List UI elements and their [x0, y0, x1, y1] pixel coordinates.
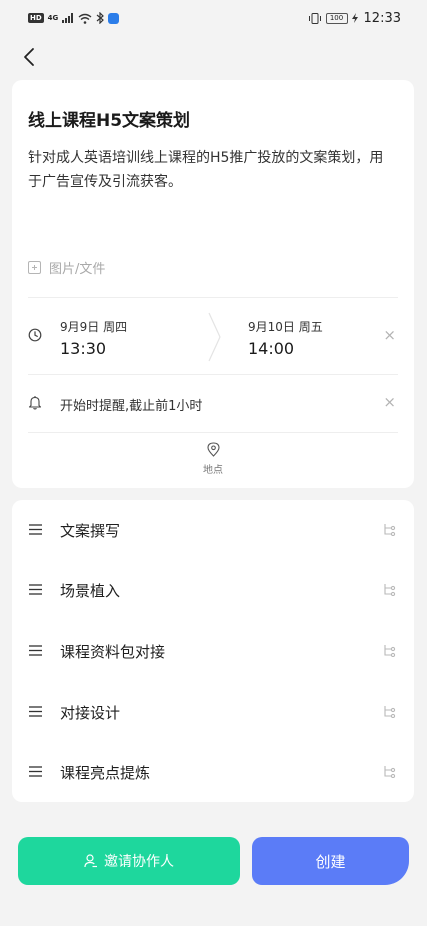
user-icon [84, 854, 97, 868]
task-description[interactable]: 针对成人英语培训线上课程的H5推广投放的文案策划，用于广告宣传及引流获客。 [28, 146, 388, 194]
menu-lines-icon [29, 645, 42, 656]
network-type: 4G [47, 14, 59, 22]
status-time: 12:33 [363, 10, 401, 26]
attach-file-button[interactable]: 图片/文件 [28, 258, 105, 277]
subtask-branch-icon[interactable] [383, 644, 396, 657]
chevron-right-divider-icon [208, 312, 221, 362]
end-time: 14:00 [248, 339, 295, 358]
time-range-row: 9月9日 周四 13:30 9月10日 周五 14:00 × [12, 298, 414, 374]
end-time-picker[interactable]: 9月10日 周五 14:00 [248, 318, 323, 358]
task-detail-card: 线上课程H5文案策划 针对成人英语培训线上课程的H5推广投放的文案策划，用于广告… [12, 80, 414, 488]
start-time-picker[interactable]: 9月9日 周四 13:30 [60, 318, 127, 358]
bluetooth-icon [96, 12, 105, 24]
battery-icon: 100 [325, 12, 348, 24]
attach-label: 图片/文件 [49, 262, 106, 277]
vibrate-icon [308, 12, 321, 24]
clear-time-close-icon[interactable]: × [383, 326, 396, 344]
create-label: 创建 [315, 852, 346, 871]
hd-badge: HD [28, 13, 44, 23]
subtask-label: 对接设计 [60, 703, 121, 722]
charging-icon [351, 13, 358, 23]
subtask-branch-icon[interactable] [383, 765, 396, 778]
bell-icon [28, 396, 42, 410]
subtask-branch-icon[interactable] [383, 523, 396, 536]
subtask-item[interactable]: 课程亮点提炼 [12, 742, 414, 802]
menu-lines-icon [29, 706, 42, 717]
chevron-left-icon [24, 48, 34, 66]
subtask-item[interactable]: 对接设计 [12, 682, 414, 742]
status-left: HD 4G [28, 12, 120, 24]
subtask-branch-icon[interactable] [383, 583, 396, 596]
end-date: 9月10日 周五 [248, 320, 323, 334]
square-plus-icon [28, 261, 41, 274]
invite-collaborator-button[interactable]: 邀请协作人 [18, 837, 240, 885]
status-right: 100 12:33 [308, 11, 401, 26]
reminder-row: 开始时提醒,截止前1小时 × [12, 375, 414, 431]
location-button[interactable]: 地点 [12, 442, 414, 476]
clear-reminder-close-icon[interactable]: × [383, 393, 396, 411]
subtask-list-card: 文案撰写 场景植入 课程资料包对接 对接设计 课程亮点提炼 [12, 500, 414, 802]
divider [28, 432, 398, 433]
start-time: 13:30 [60, 339, 107, 358]
subtask-item[interactable]: 课程资料包对接 [12, 621, 414, 681]
subtask-label: 课程资料包对接 [60, 642, 166, 661]
back-button[interactable] [16, 44, 42, 70]
app-notification-icon [108, 12, 120, 24]
task-title[interactable]: 线上课程H5文案策划 [28, 106, 190, 131]
create-button[interactable]: 创建 [252, 837, 409, 885]
subtask-branch-icon[interactable] [383, 705, 396, 718]
subtask-item[interactable]: 场景植入 [12, 560, 414, 620]
menu-lines-icon [29, 524, 42, 535]
status-bar: HD 4G 100 12:33 [0, 0, 427, 36]
reminder-text[interactable]: 开始时提醒,截止前1小时 [60, 395, 202, 414]
menu-lines-icon [29, 766, 42, 777]
signal-icon [62, 13, 74, 23]
wifi-icon [78, 13, 92, 24]
location-label: 地点 [203, 465, 223, 476]
subtask-label: 场景植入 [60, 581, 121, 600]
subtask-item[interactable]: 文案撰写 [12, 500, 414, 560]
start-date: 9月9日 周四 [60, 320, 128, 334]
menu-lines-icon [29, 584, 42, 595]
invite-label: 邀请协作人 [104, 854, 174, 870]
clock-icon [28, 328, 42, 342]
subtask-label: 文案撰写 [60, 521, 121, 540]
location-pin-icon [206, 442, 220, 457]
subtask-label: 课程亮点提炼 [60, 763, 151, 782]
